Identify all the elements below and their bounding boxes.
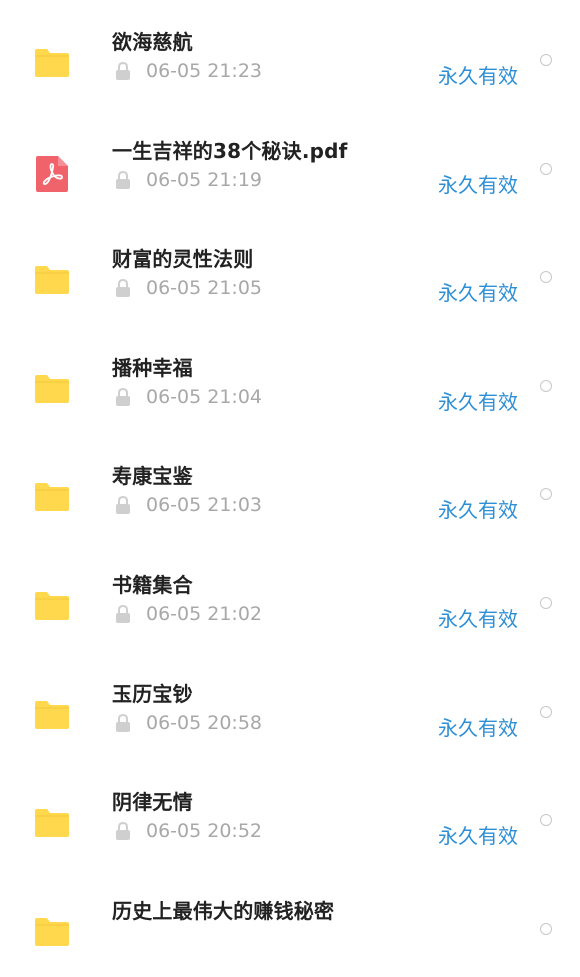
list-item[interactable]: 播种幸福 06-05 21:04 永久有效	[0, 326, 580, 435]
folder-icon	[34, 805, 70, 841]
validity-label: 永久有效	[438, 715, 518, 740]
file-name: 玉历宝钞	[112, 681, 193, 706]
folder-icon	[34, 371, 70, 407]
file-name: 一生吉祥的38个秘诀.pdf	[112, 138, 348, 163]
lock-icon	[115, 279, 131, 298]
file-name: 书籍集合	[112, 572, 193, 597]
file-time: 06-05 21:02	[146, 602, 263, 625]
lock-icon	[115, 61, 131, 80]
validity-label: 永久有效	[438, 389, 518, 414]
file-time: 06-05 21:04	[146, 385, 263, 408]
select-radio[interactable]	[540, 379, 552, 392]
lock-icon	[115, 387, 131, 406]
file-name: 播种幸福	[112, 355, 193, 380]
select-radio[interactable]	[540, 271, 552, 284]
list-item[interactable]: 历史上最伟大的赚钱秘密	[0, 869, 580, 977]
validity-label: 永久有效	[438, 606, 518, 631]
select-radio[interactable]	[540, 705, 552, 718]
select-radio[interactable]	[540, 54, 552, 66]
lock-icon	[115, 496, 131, 515]
select-radio[interactable]	[540, 922, 552, 935]
file-name: 欲海慈航	[112, 30, 193, 54]
folder-icon	[34, 479, 70, 515]
file-name: 阴律无情	[112, 790, 193, 815]
select-radio[interactable]	[540, 596, 552, 609]
validity-label: 永久有效	[438, 824, 518, 849]
file-time: 06-05 20:52	[146, 820, 263, 843]
lock-icon	[115, 713, 131, 732]
folder-icon	[34, 914, 70, 950]
validity-label: 永久有效	[438, 498, 518, 523]
file-time: 06-05 21:03	[146, 494, 263, 517]
validity-label: 永久有效	[438, 172, 518, 197]
validity-label: 永久有效	[438, 64, 518, 88]
pdf-icon	[34, 154, 70, 192]
list-item[interactable]: 书籍集合 06-05 21:02 永久有效	[0, 543, 580, 652]
folder-icon	[34, 45, 70, 81]
folder-icon	[34, 588, 70, 624]
list-item[interactable]: 财富的灵性法则 06-05 21:05 永久有效	[0, 217, 580, 326]
lock-icon	[115, 170, 131, 189]
lock-icon	[115, 604, 131, 623]
list-item[interactable]: 阴律无情 06-05 20:52 永久有效	[0, 760, 580, 869]
file-name: 财富的灵性法则	[112, 247, 254, 272]
file-time: 06-05 21:19	[146, 168, 263, 191]
folder-icon	[34, 262, 70, 298]
list-item[interactable]: 玉历宝钞 06-05 20:58 永久有效	[0, 652, 580, 761]
select-radio[interactable]	[540, 162, 552, 175]
folder-icon	[34, 697, 70, 733]
file-time: 06-05 21:23	[146, 60, 263, 82]
validity-label: 永久有效	[438, 281, 518, 306]
list-item[interactable]: 一生吉祥的38个秘诀.pdf 06-05 21:19 永久有效	[0, 109, 580, 218]
list-item[interactable]: 欲海慈航 06-05 21:23 永久有效	[0, 0, 580, 109]
file-name: 历史上最伟大的赚钱秘密	[112, 898, 335, 923]
file-list: 欲海慈航 06-05 21:23 永久有效 一生吉祥的38个秘诀.pdf 06-…	[0, 0, 580, 977]
file-time: 06-05 21:05	[146, 277, 263, 300]
file-name: 寿康宝鉴	[112, 464, 193, 489]
list-item[interactable]: 寿康宝鉴 06-05 21:03 永久有效	[0, 434, 580, 543]
select-radio[interactable]	[540, 488, 552, 501]
file-time: 06-05 20:58	[146, 711, 263, 734]
select-radio[interactable]	[540, 814, 552, 827]
lock-icon	[115, 822, 131, 841]
